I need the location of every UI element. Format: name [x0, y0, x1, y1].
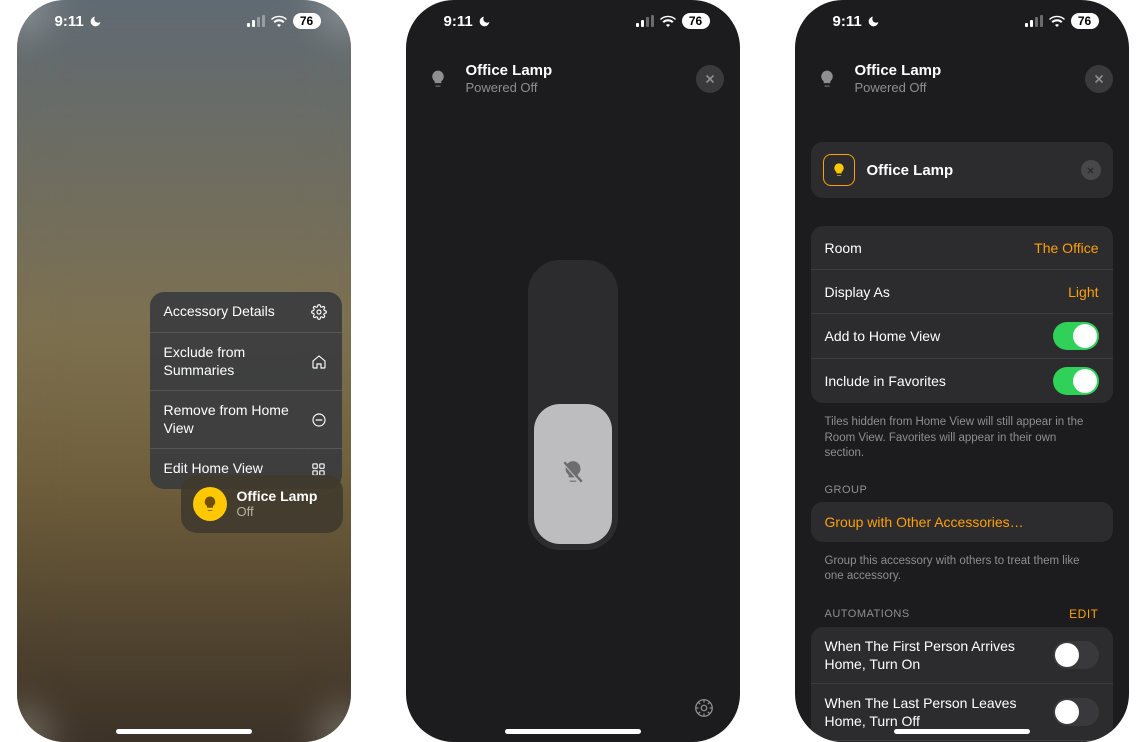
cell-signal-icon — [636, 15, 654, 27]
wifi-icon — [660, 15, 676, 27]
battery-level: 76 — [293, 13, 321, 29]
bulb-icon — [422, 63, 454, 95]
clear-text-icon[interactable] — [1081, 160, 1101, 180]
brightness-slider-thumb[interactable] — [534, 404, 612, 544]
do-not-disturb-icon — [89, 15, 102, 28]
home-view-footnote: Tiles hidden from Home View will still a… — [811, 409, 1113, 476]
phone-screen-slider: 9:11 76 Office Lamp Powered Off — [406, 0, 740, 742]
accessory-subtitle: Powered Off — [855, 80, 1073, 96]
favorites-row: Include in Favorites — [811, 359, 1113, 403]
accessory-subtitle: Powered Off — [466, 80, 684, 96]
accessory-header: Office Lamp Powered Off — [406, 62, 740, 96]
cell-signal-icon — [247, 15, 265, 27]
automation-row-1[interactable]: When The First Person Arrives Home, Turn… — [811, 627, 1113, 684]
display-as-value: Light — [1068, 284, 1098, 300]
display-as-row[interactable]: Display As Light — [811, 270, 1113, 314]
status-time: 9:11 — [55, 13, 84, 30]
group-with-others-button[interactable]: Group with Other Accessories… — [811, 502, 1113, 542]
tile-subtitle: Off — [237, 505, 318, 520]
wifi-icon — [1049, 15, 1065, 27]
battery-level: 76 — [1071, 13, 1099, 29]
accessory-name-input[interactable]: Office Lamp — [867, 162, 1069, 179]
status-bar: 9:11 76 — [17, 0, 351, 42]
name-card[interactable]: Office Lamp — [811, 142, 1113, 198]
bulb-icon — [811, 63, 843, 95]
menu-exclude-summaries[interactable]: Exclude from Summaries — [150, 333, 342, 391]
room-value: The Office — [1034, 240, 1098, 256]
status-time: 9:11 — [444, 13, 473, 30]
accessory-title: Office Lamp — [466, 62, 684, 80]
phone-screen-settings: 9:11 76 Office Lamp Powered Off — [795, 0, 1129, 742]
menu-accessory-details[interactable]: Accessory Details — [150, 292, 342, 333]
status-bar: 9:11 76 — [795, 0, 1129, 42]
status-time: 9:11 — [833, 13, 862, 30]
display-as-label: Display As — [825, 284, 890, 300]
automations-section-label: AUTOMATIONS EDIT — [811, 599, 1113, 627]
group-footnote: Group this accessory with others to trea… — [811, 548, 1113, 599]
settings-scroll[interactable]: Office Lamp Room The Office Display As L… — [795, 122, 1129, 742]
favorites-switch[interactable] — [1053, 367, 1099, 395]
room-row[interactable]: Room The Office — [811, 226, 1113, 270]
bulb-icon — [193, 487, 227, 521]
close-button[interactable] — [1085, 65, 1113, 93]
accessory-tile[interactable]: Office Lamp Off — [181, 475, 343, 533]
phone-screen-context-menu: 9:11 76 Accessory Details Exclude from S… — [17, 0, 351, 742]
accessory-header: Office Lamp Powered Off — [795, 62, 1129, 96]
settings-button[interactable] — [690, 694, 718, 722]
bulb-off-icon — [560, 459, 586, 490]
automation-text: When The First Person Arrives Home, Turn… — [825, 637, 1043, 673]
minus-circle-icon — [310, 411, 328, 429]
automations-edit-button[interactable]: EDIT — [1069, 607, 1098, 621]
room-label: Room — [825, 240, 862, 256]
home-indicator[interactable] — [505, 729, 641, 734]
home-view-switch[interactable] — [1053, 322, 1099, 350]
do-not-disturb-icon — [478, 15, 491, 28]
cell-signal-icon — [1025, 15, 1043, 27]
menu-label: Exclude from Summaries — [164, 344, 310, 379]
home-view-row: Add to Home View — [811, 314, 1113, 359]
status-bar: 9:11 76 — [406, 0, 740, 42]
context-menu: Accessory Details Exclude from Summaries… — [150, 292, 342, 489]
accessory-title: Office Lamp — [855, 62, 1073, 80]
tile-title: Office Lamp — [237, 488, 318, 504]
automations-card: When The First Person Arrives Home, Turn… — [811, 627, 1113, 742]
battery-level: 76 — [682, 13, 710, 29]
favorites-label: Include in Favorites — [825, 373, 946, 389]
do-not-disturb-icon — [867, 15, 880, 28]
gear-icon — [310, 303, 328, 321]
menu-remove-home-view[interactable]: Remove from Home View — [150, 391, 342, 449]
settings-group-main: Room The Office Display As Light Add to … — [811, 226, 1113, 403]
group-section-label: GROUP — [811, 476, 1113, 502]
bulb-icon — [823, 154, 855, 186]
automation-text: When The Last Person Leaves Home, Turn O… — [825, 694, 1043, 730]
automations-header-text: AUTOMATIONS — [825, 608, 910, 620]
automation-2-switch[interactable] — [1053, 698, 1099, 726]
automation-1-switch[interactable] — [1053, 641, 1099, 669]
home-view-label: Add to Home View — [825, 328, 941, 344]
home-indicator[interactable] — [116, 729, 252, 734]
home-icon — [310, 353, 328, 371]
brightness-slider-track[interactable] — [528, 260, 618, 550]
wifi-icon — [271, 15, 287, 27]
group-card: Group with Other Accessories… — [811, 502, 1113, 542]
menu-label: Remove from Home View — [164, 402, 310, 437]
close-button[interactable] — [696, 65, 724, 93]
menu-label: Accessory Details — [164, 303, 310, 321]
home-indicator[interactable] — [894, 729, 1030, 734]
group-header-text: GROUP — [825, 484, 868, 496]
